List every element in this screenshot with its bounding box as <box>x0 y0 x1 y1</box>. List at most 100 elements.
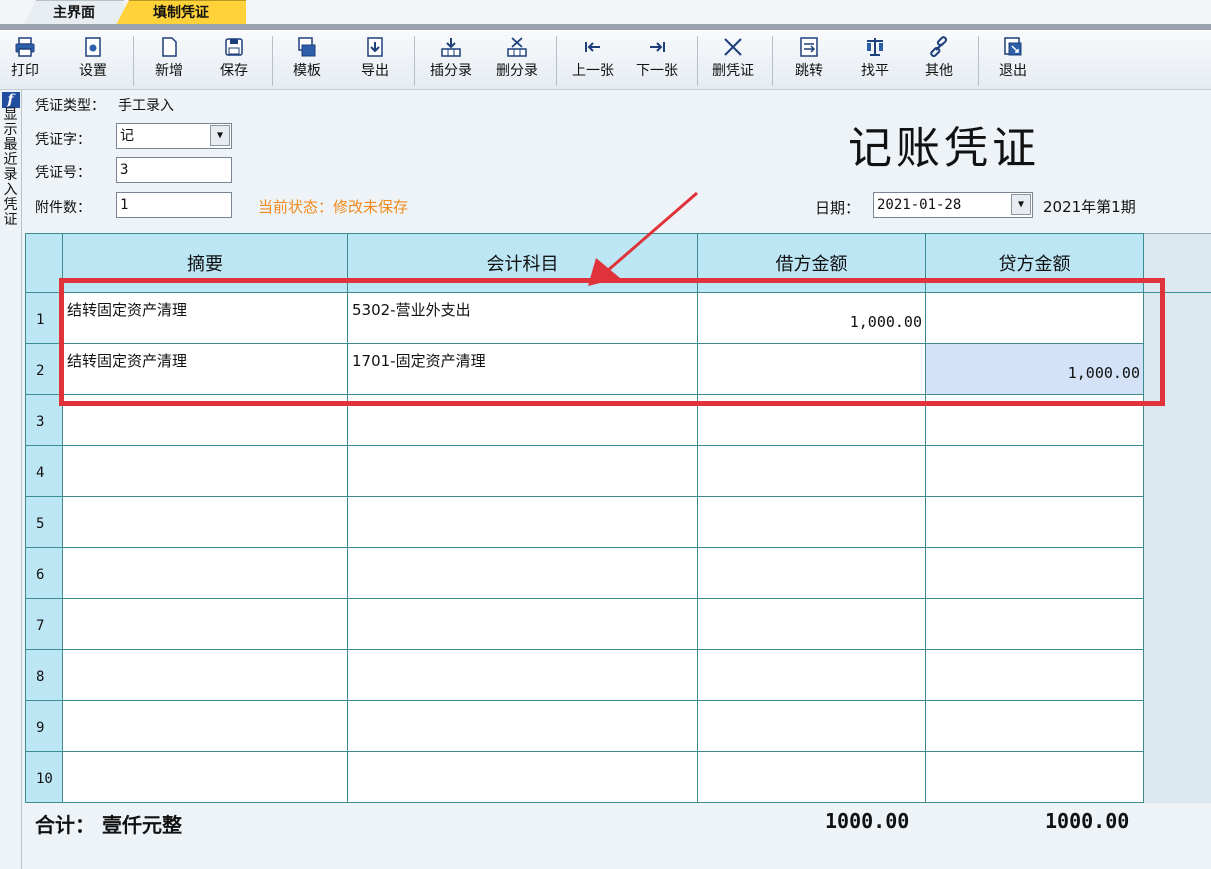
voucher-type-label: 凭证类型： <box>35 98 105 114</box>
voucher-type-value: 手工录入 <box>118 98 174 114</box>
debit-cell[interactable] <box>698 650 926 701</box>
summary-cell[interactable]: 结转固定资产清理 <box>63 344 348 395</box>
template-button[interactable]: 模板 <box>284 34 330 88</box>
summary-cell[interactable] <box>63 497 348 548</box>
exit-button[interactable]: 退出 <box>990 34 1036 88</box>
row-filler <box>1144 701 1211 752</box>
summary-cell[interactable] <box>63 650 348 701</box>
chevron-down-icon[interactable]: ▼ <box>210 125 230 146</box>
row-number: 4 <box>25 446 63 497</box>
tab-bar: 主界面 填制凭证 <box>0 0 1211 26</box>
save-button-label: 保存 <box>220 63 248 79</box>
totals-row: 合计： 壹仟元整 1000.00 1000.00 <box>25 803 1211 869</box>
debit-cell[interactable] <box>698 701 926 752</box>
toolbar: 打印 设置 新增 保存 模板 导出 插分录 删分录 上一张 下一张 删凭证 跳转… <box>0 30 1211 90</box>
account-cell[interactable] <box>348 599 698 650</box>
account-cell[interactable] <box>348 446 698 497</box>
debit-cell[interactable] <box>698 599 926 650</box>
summary-cell[interactable]: 结转固定资产清理 <box>63 293 348 344</box>
insert-entry-button[interactable]: 插分录 <box>420 34 482 88</box>
credit-cell[interactable] <box>926 395 1144 446</box>
tab-main-interface[interactable]: 主界面 <box>24 0 124 25</box>
debit-cell-text: 1,000.00 <box>849 313 922 331</box>
prev-button[interactable]: 上一张 <box>562 34 624 88</box>
jump-button[interactable]: 跳转 <box>786 34 832 88</box>
date-picker[interactable]: 2021-01-28 ▼ <box>873 192 1033 218</box>
print-button-label: 打印 <box>11 63 39 79</box>
attachment-count-field[interactable]: 1 <box>116 192 232 218</box>
summary-cell[interactable] <box>63 701 348 752</box>
credit-cell[interactable]: 1,000.00 <box>926 344 1144 395</box>
new-button[interactable]: 新增 <box>143 34 195 88</box>
new-button-label: 新增 <box>155 63 183 79</box>
account-cell[interactable] <box>348 650 698 701</box>
summary-cell-text: 结转固定资产清理 <box>67 352 188 370</box>
other-icon <box>930 36 948 58</box>
table-header-debit: 借方金额 <box>698 233 926 293</box>
debit-cell[interactable] <box>698 446 926 497</box>
credit-cell[interactable] <box>926 293 1144 344</box>
debit-cell[interactable] <box>698 497 926 548</box>
delete-entry-button[interactable]: 删分录 <box>486 34 548 88</box>
debit-cell[interactable] <box>698 395 926 446</box>
account-cell[interactable]: 1701-固定资产清理 <box>348 344 698 395</box>
delete-entry-button-label: 删分录 <box>496 63 538 79</box>
recent-vouchers-panel[interactable]: f 显示最近录入凭证 <box>0 90 22 869</box>
account-cell[interactable] <box>348 497 698 548</box>
summary-cell[interactable] <box>63 395 348 446</box>
credit-cell[interactable] <box>926 701 1144 752</box>
credit-cell[interactable] <box>926 650 1144 701</box>
credit-cell[interactable] <box>926 752 1144 803</box>
account-cell[interactable] <box>348 701 698 752</box>
summary-cell[interactable] <box>63 752 348 803</box>
next-button[interactable]: 下一张 <box>626 34 688 88</box>
total-debit: 1000.00 <box>825 809 910 833</box>
print-button[interactable]: 打印 <box>2 34 48 88</box>
export-button-label: 导出 <box>361 63 389 79</box>
row-number: 7 <box>25 599 63 650</box>
credit-cell[interactable] <box>926 548 1144 599</box>
date-value: 2021-01-28 <box>877 197 962 213</box>
save-button[interactable]: 保存 <box>211 34 257 88</box>
prev-button-label: 上一张 <box>572 63 614 79</box>
export-button[interactable]: 导出 <box>352 34 398 88</box>
account-cell-text: 1701-固定资产清理 <box>352 352 486 370</box>
insert-entry-button-label: 插分录 <box>430 63 472 79</box>
other-button[interactable]: 其他 <box>916 34 962 88</box>
settings-icon <box>85 37 101 57</box>
next-icon <box>650 42 665 52</box>
account-cell[interactable] <box>348 395 698 446</box>
debit-cell[interactable]: 1,000.00 <box>698 293 926 344</box>
row-number: 8 <box>25 650 63 701</box>
summary-cell[interactable] <box>63 548 348 599</box>
arrow-annotation <box>588 191 698 286</box>
account-cell[interactable] <box>348 752 698 803</box>
row-filler <box>1144 650 1211 701</box>
balance-button[interactable]: 找平 <box>852 34 898 88</box>
row-filler <box>1144 497 1211 548</box>
summary-cell[interactable] <box>63 446 348 497</box>
delete-voucher-button-label: 删凭证 <box>712 63 754 79</box>
row-number: 3 <box>25 395 63 446</box>
voucher-word-select[interactable]: 记 ▼ <box>116 123 232 149</box>
total-credit: 1000.00 <box>1045 809 1130 833</box>
credit-cell[interactable] <box>926 497 1144 548</box>
account-cell[interactable] <box>348 548 698 599</box>
debit-cell[interactable] <box>698 752 926 803</box>
chevron-down-icon[interactable]: ▼ <box>1011 194 1031 215</box>
credit-cell[interactable] <box>926 446 1144 497</box>
debit-cell[interactable] <box>698 548 926 599</box>
toolbar-separator <box>772 36 773 86</box>
settings-button[interactable]: 设置 <box>70 34 116 88</box>
summary-cell[interactable] <box>63 599 348 650</box>
delete-voucher-button[interactable]: 删凭证 <box>703 34 763 88</box>
account-cell[interactable]: 5302-营业外支出 <box>348 293 698 344</box>
credit-cell[interactable] <box>926 599 1144 650</box>
settings-button-label: 设置 <box>79 63 107 79</box>
attachment-count-label: 附件数： <box>35 200 91 216</box>
voucher-number-field[interactable]: 3 <box>116 157 232 183</box>
print-icon <box>15 37 35 57</box>
tab-fill-voucher[interactable]: 填制凭证 <box>116 0 246 25</box>
debit-cell[interactable] <box>698 344 926 395</box>
status-value: 修改未保存 <box>333 198 409 216</box>
